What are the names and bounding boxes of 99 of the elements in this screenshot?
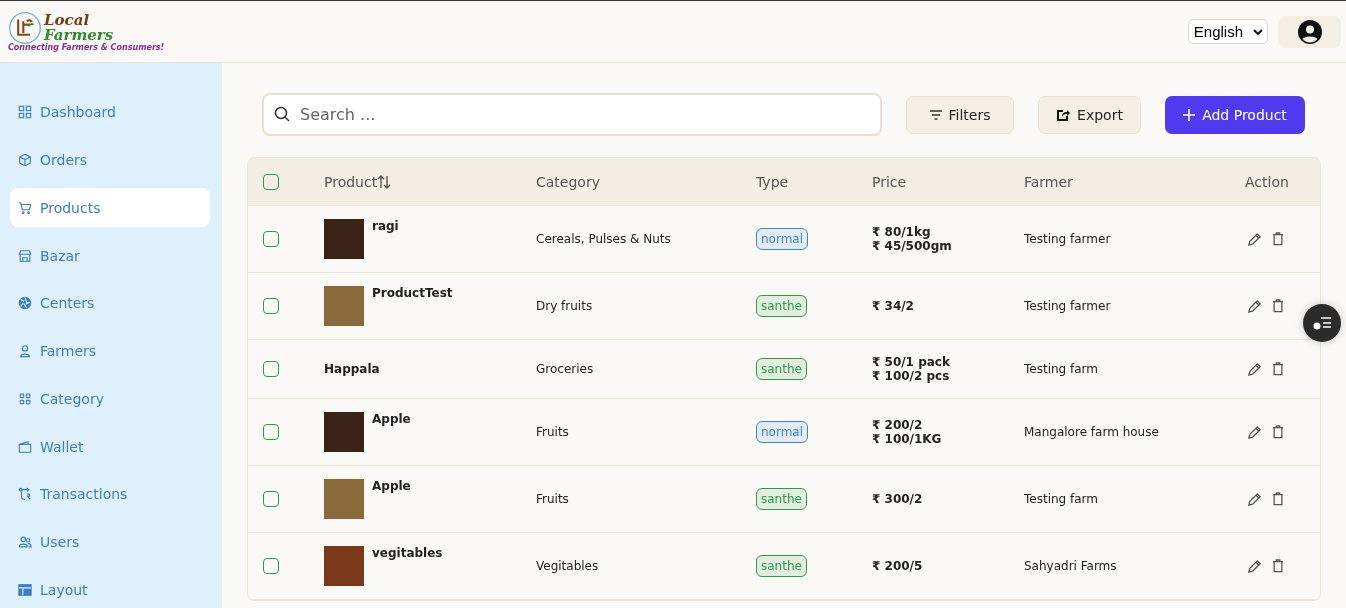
add-product-button[interactable]: Add Product xyxy=(1165,95,1305,134)
sidebar-item[interactable]: Category xyxy=(10,379,210,419)
column-header: Price xyxy=(872,173,908,190)
price-text: ₹ 100/1KG xyxy=(872,432,943,446)
sidebar-item[interactable]: Bazar xyxy=(10,236,210,275)
floating-menu-button[interactable] xyxy=(1303,304,1341,342)
filters-button[interactable]: Filters xyxy=(906,95,1014,134)
delete-icon[interactable] xyxy=(1272,492,1284,506)
type-tag: normal xyxy=(756,228,809,250)
sidebar-item[interactable]: Products xyxy=(10,188,210,228)
price-text: ₹ 45/500gm xyxy=(872,239,953,253)
edit-icon[interactable] xyxy=(1247,298,1262,314)
sidebar-item[interactable]: Farmers xyxy=(10,331,210,371)
price-text: ₹ 34/2 xyxy=(872,299,915,313)
product-name: ragi xyxy=(372,219,399,233)
column-header[interactable]: Product xyxy=(324,173,378,190)
price-text: ₹ 200/5 xyxy=(872,559,924,573)
edit-icon[interactable] xyxy=(1247,361,1262,377)
type-tag: santhe xyxy=(756,295,807,317)
product-name: Happala xyxy=(324,362,380,376)
row-checkbox[interactable] xyxy=(263,361,279,377)
farmer-text: Testing farm xyxy=(1024,362,1099,376)
product-name: ProductTest xyxy=(372,286,453,300)
delete-icon[interactable] xyxy=(1272,299,1284,313)
squares-icon xyxy=(18,391,32,406)
price-text: ₹ 50/1 pack xyxy=(872,355,951,369)
row-checkbox[interactable] xyxy=(263,298,279,314)
sidebar-item[interactable]: Orders xyxy=(10,140,210,180)
product-name: Apple xyxy=(372,412,411,426)
edit-icon[interactable] xyxy=(1247,231,1262,247)
aperture-icon xyxy=(18,296,32,311)
delete-icon[interactable] xyxy=(1272,425,1284,439)
category-text: Groceries xyxy=(536,362,595,376)
sidebar-item[interactable]: Users xyxy=(10,522,210,562)
transfer-icon xyxy=(18,487,32,502)
logo-icon xyxy=(8,11,42,45)
row-checkbox[interactable] xyxy=(263,231,279,247)
user-avatar-icon xyxy=(1297,19,1322,44)
edit-icon[interactable] xyxy=(1247,491,1262,507)
caret-icon xyxy=(1253,28,1263,35)
edit-icon[interactable] xyxy=(1247,424,1262,440)
farmer-text: Testing farmer xyxy=(1024,299,1112,313)
edit-icon[interactable] xyxy=(1247,558,1262,574)
logo-title: Farmers xyxy=(44,28,114,43)
select-all-checkbox[interactable] xyxy=(263,173,279,190)
box-icon xyxy=(18,153,32,168)
type-tag: normal xyxy=(756,421,809,443)
sidebar-item[interactable]: Wallet xyxy=(10,427,210,466)
sidebar-item[interactable]: Layout xyxy=(10,570,210,608)
plus-icon xyxy=(1183,108,1196,121)
type-tag: santhe xyxy=(756,358,807,380)
store-icon xyxy=(18,248,32,263)
sidebar-item[interactable]: Dashboard xyxy=(10,93,210,132)
filter-icon xyxy=(929,109,942,120)
wallet-icon xyxy=(18,439,32,454)
account-button[interactable] xyxy=(1278,15,1341,48)
users-icon xyxy=(18,534,32,549)
list-icon xyxy=(1313,316,1331,330)
column-header: Type xyxy=(756,173,790,190)
sidebar-item[interactable]: Centers xyxy=(10,283,210,323)
price-text: ₹ 80/1kg xyxy=(872,225,932,239)
export-icon xyxy=(1056,107,1071,122)
delete-icon[interactable] xyxy=(1272,232,1284,246)
cart-icon xyxy=(18,200,32,215)
row-checkbox[interactable] xyxy=(263,491,279,507)
export-button[interactable]: Export xyxy=(1038,95,1141,134)
delete-icon[interactable] xyxy=(1272,559,1284,573)
category-text: Dry fruits xyxy=(536,299,594,313)
category-text: Cereals, Pulses & Nuts xyxy=(536,232,672,246)
price-text: ₹ 200/2 xyxy=(872,418,924,432)
column-header: Category xyxy=(536,173,601,190)
farmer-text: Mangalore farm house xyxy=(1024,425,1160,439)
type-tag: santhe xyxy=(756,555,807,577)
sidebar-item[interactable]: Transactions xyxy=(10,474,210,514)
layout-icon xyxy=(18,582,32,597)
farmer-text: Testing farm xyxy=(1024,492,1099,506)
product-name: Apple xyxy=(372,479,411,493)
category-text: Vegitables xyxy=(536,559,600,573)
farmer-text: Testing farmer xyxy=(1024,232,1112,246)
search-icon xyxy=(274,106,290,122)
price-text: ₹ 300/2 xyxy=(872,492,924,506)
category-text: Fruits xyxy=(536,425,570,439)
column-header: Action xyxy=(1245,173,1290,190)
language-select[interactable]: English xyxy=(1187,19,1268,44)
logo-title: Local xyxy=(44,13,91,28)
category-text: Fruits xyxy=(536,492,570,506)
search-field[interactable]: Search ... xyxy=(262,93,882,136)
logo-tagline: Connecting Farmers & Consumers! xyxy=(8,43,165,52)
farmer-text: Sahyadri Farms xyxy=(1024,559,1118,573)
person-icon xyxy=(18,344,32,359)
type-tag: santhe xyxy=(756,488,807,510)
delete-icon[interactable] xyxy=(1272,362,1284,376)
grid-icon xyxy=(18,105,32,120)
row-checkbox[interactable] xyxy=(263,424,279,440)
row-checkbox[interactable] xyxy=(263,558,279,574)
column-header: Farmer xyxy=(1024,173,1074,190)
sort-icon[interactable] xyxy=(377,174,392,189)
product-name: vegitables xyxy=(372,546,443,560)
price-text: ₹ 100/2 pcs xyxy=(872,369,951,383)
